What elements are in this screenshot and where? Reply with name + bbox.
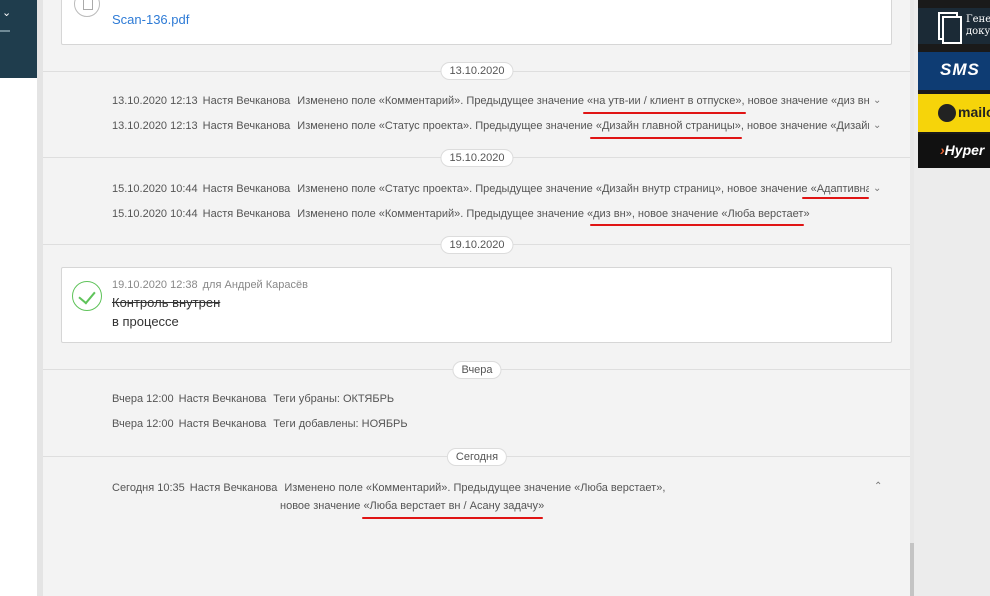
banner-sms[interactable]: SMS [918, 52, 990, 90]
history-row: Сегодня 10:35 Настя Вечканова Изменено пол… [112, 481, 665, 495]
row-time: 15.10.2020 10:44 [112, 208, 198, 220]
history-row: Вчера 12:00 Настя Вечканова Теги добавлены… [112, 417, 408, 431]
banner-hyper[interactable]: ›Hyper [918, 134, 990, 168]
history-row: 13.10.2020 12:13 Настя Вечканова Изменено … [112, 119, 869, 133]
row-time: Вчера 12:00 [112, 393, 174, 405]
row-time: 13.10.2020 12:13 [112, 95, 198, 107]
row-time: 15.10.2020 10:44 [112, 183, 198, 195]
row-author: Настя Вечканова [178, 393, 267, 405]
expand-chevron-icon[interactable]: ⌄ [873, 95, 881, 106]
task-meta: 19.10.2020 12:38 для Андрей Карасёв [112, 279, 308, 291]
date-badge: Сегодня [446, 448, 508, 466]
row-text: Изменено поле «Статус проекта». Предыдущ… [297, 120, 869, 132]
history-row: 13.10.2020 12:13 Настя Вечканова Изменено … [112, 94, 869, 108]
collapse-chevron-icon[interactable]: ⌃ [874, 481, 882, 492]
row-author: Настя Вечканова [178, 418, 267, 430]
file-card: Scan-136.pdf [61, 0, 892, 45]
row-author: Настя Вечканова [202, 208, 291, 220]
banner-mail-text: mailo [958, 104, 990, 120]
history-row: 15.10.2020 10:44 Настя Вечканова Изменено … [112, 207, 869, 221]
expand-chevron-icon[interactable]: ⌄ [873, 120, 881, 131]
ad-banners: Гене доку SMS mailo ›Hyper [918, 0, 990, 168]
row-text: Теги убраны: ОКТЯБРЬ [273, 393, 395, 405]
scrollbar-track[interactable] [910, 0, 914, 596]
file-link[interactable]: Scan-136.pdf [112, 12, 189, 27]
row-time: 13.10.2020 12:13 [112, 120, 198, 132]
history-row: 15.10.2020 10:44 Настя Вечканова Изменено … [112, 182, 869, 196]
row-author: Настя Вечканова [202, 95, 291, 107]
task-status: в процессе [112, 314, 179, 329]
row-time: Сегодня 10:35 [112, 482, 185, 494]
task-assignee: для Андрей Карасёв [202, 279, 308, 291]
row-time: Вчера 12:00 [112, 418, 174, 430]
task-done-check-icon[interactable] [72, 281, 102, 311]
file-icon [74, 0, 100, 17]
banner-documents-text: Гене доку [966, 14, 990, 37]
left-panel-underline [0, 30, 10, 32]
banner-hyper-label: Hyper [944, 142, 985, 158]
row-text: Изменено поле «Комментарий». Предыдущее … [297, 95, 869, 107]
chevron-down-icon[interactable]: ⌄ [2, 6, 11, 19]
left-panel-body [0, 78, 37, 596]
highlight-underline [583, 112, 746, 114]
history-row: Вчера 12:00 Настя Вечканова Теги убраны: О… [112, 392, 394, 406]
date-badge: 19.10.2020 [440, 236, 514, 254]
banner-mailchimp[interactable]: mailo [918, 94, 990, 132]
highlight-underline [802, 197, 869, 199]
expand-chevron-icon[interactable]: ⌄ [873, 183, 881, 194]
row-text: Изменено поле «Статус проекта». Предыдущ… [297, 183, 869, 195]
row-text: Изменено поле «Комментарий». Предыдущее … [297, 208, 810, 220]
left-panel-edge [37, 0, 43, 596]
date-badge: 13.10.2020 [440, 62, 514, 80]
row-text: Теги добавлены: НОЯБРЬ [273, 418, 408, 430]
task-time: 19.10.2020 12:38 [112, 279, 198, 291]
banner-sms-text: SMS [940, 60, 980, 79]
highlight-underline [590, 137, 742, 139]
row-author: Настя Вечканова [202, 120, 291, 132]
row-author: Настя Вечканова [189, 482, 278, 494]
highlight-underline [590, 224, 804, 226]
task-card[interactable]: 19.10.2020 12:38 для Андрей Карасёв Контр… [61, 267, 892, 343]
left-panel-header: ⌄ [0, 0, 37, 78]
row-author: Настя Вечканова [202, 183, 291, 195]
highlight-underline [362, 517, 543, 519]
row-text: Изменено поле «Комментарий». Предыдущее … [284, 482, 666, 494]
history-row-continued: новое значение «Люба верстает вн / Асану… [280, 500, 545, 512]
banner-documents[interactable]: Гене доку [918, 8, 990, 44]
document-icon [942, 16, 962, 44]
date-badge: Вчера [452, 361, 502, 379]
banner-hyper-text: ›Hyper [940, 142, 984, 158]
scrollbar-thumb[interactable] [910, 543, 914, 596]
mailchimp-logo-icon [938, 104, 956, 122]
task-title[interactable]: Контроль внутрен [112, 295, 220, 310]
date-badge: 15.10.2020 [440, 149, 514, 167]
